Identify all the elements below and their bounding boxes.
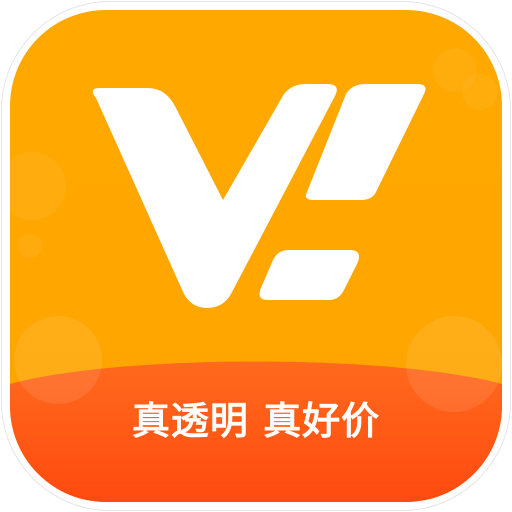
decorative-bubble	[406, 316, 502, 412]
app-icon-canvas: 真透明 真好价	[0, 0, 512, 512]
decorative-bubble	[18, 234, 42, 258]
decorative-bubble	[14, 316, 102, 404]
app-slogan: 真透明 真好价	[131, 399, 381, 443]
logo-exclamation-dot	[259, 250, 359, 300]
decorative-bubble	[462, 74, 498, 110]
decorative-bubble	[10, 152, 66, 220]
app-icon-background: 真透明 真好价	[10, 10, 502, 502]
app-icon[interactable]: 真透明 真好价	[2, 2, 510, 510]
